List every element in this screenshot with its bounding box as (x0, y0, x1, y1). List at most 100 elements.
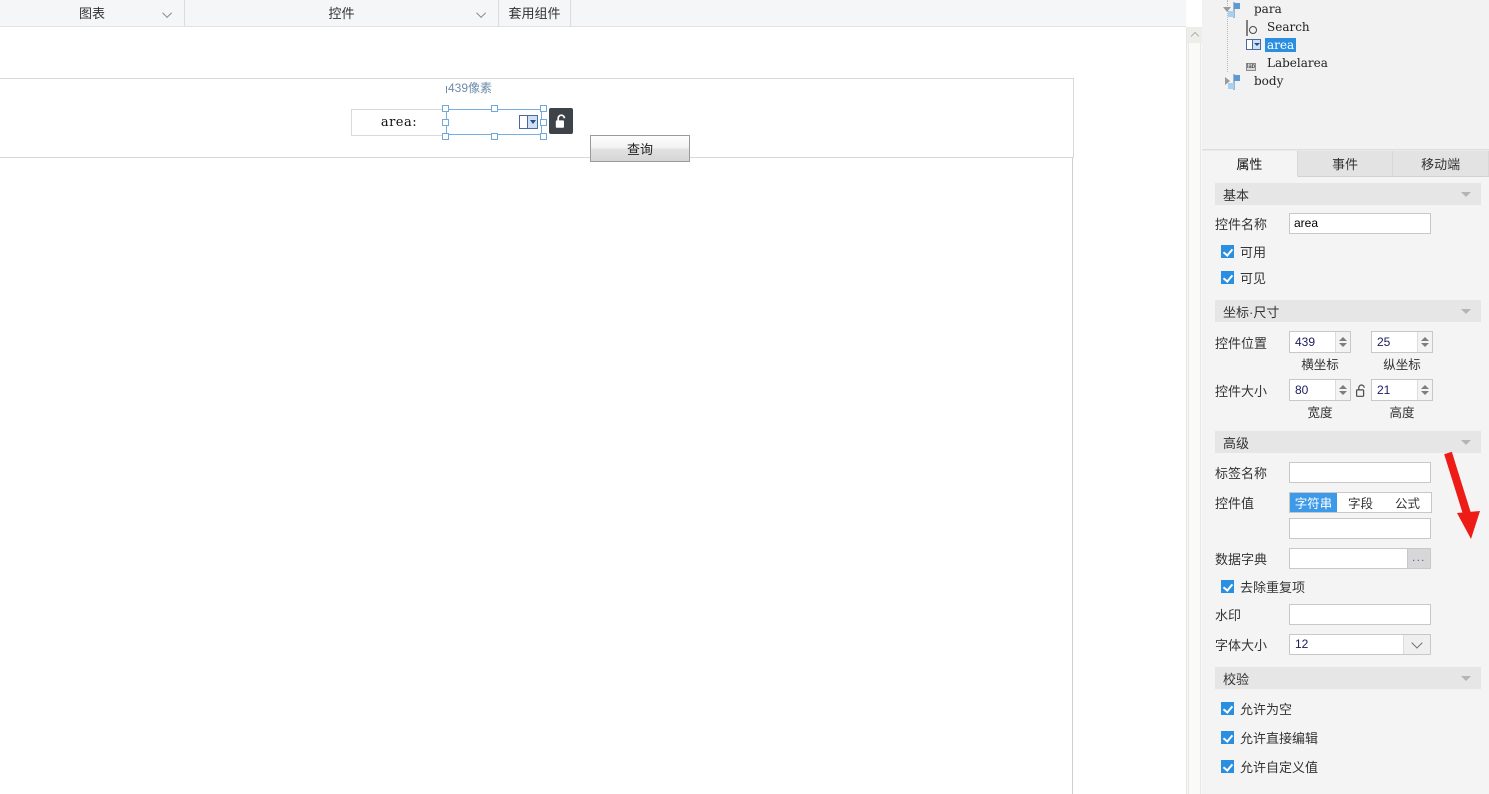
chevron-down-icon[interactable] (476, 8, 487, 19)
canvas-combo-widget-selected[interactable] (442, 105, 547, 140)
control-value-input[interactable] (1289, 517, 1431, 539)
checkbox-allow-empty[interactable]: 允许为空 (1202, 699, 1489, 717)
checkbox-allow-direct-edit-box[interactable] (1221, 730, 1234, 744)
canvas-combo-widget[interactable] (446, 109, 542, 135)
toolbar-group-control[interactable]: 控件 (185, 0, 499, 26)
checkbox-enabled[interactable]: 可用 (1202, 242, 1489, 260)
checkbox-dedupe[interactable]: 去除重复项 (1202, 577, 1489, 595)
resize-handle-bottom-left[interactable] (442, 133, 449, 140)
component-tree[interactable]: para Search area lab Labelarea body (1202, 0, 1489, 150)
chevron-down-icon[interactable] (162, 8, 173, 19)
resize-handle-middle-right[interactable] (540, 119, 547, 126)
tab-events[interactable]: 事件 (1297, 151, 1394, 176)
chevron-down-icon[interactable] (1461, 192, 1471, 197)
size-height-value: 21 (1377, 383, 1391, 397)
checkbox-allow-direct-edit[interactable]: 允许直接编辑 (1202, 728, 1489, 746)
checkbox-dedupe-label: 去除重复项 (1240, 579, 1306, 595)
tag-name-input[interactable] (1289, 461, 1431, 483)
tree-node-body[interactable]: body (1202, 72, 1489, 90)
tree-node-labelarea[interactable]: lab Labelarea (1202, 54, 1489, 72)
checkbox-allow-custom-value-box[interactable] (1221, 759, 1234, 773)
canvas-report-body[interactable] (0, 158, 1073, 794)
stepper-down-icon[interactable] (1339, 391, 1347, 395)
size-width-stepper[interactable] (1335, 380, 1350, 400)
toolbar-group-chart-label: 图表 (78, 5, 105, 21)
tab-events-label: 事件 (1332, 157, 1359, 172)
query-button[interactable]: 查询 (590, 135, 690, 162)
resize-handle-bottom-center[interactable] (491, 133, 498, 140)
properties-pane[interactable]: 基本 控件名称 area 可用 可见 坐标·尺寸 控件位置 439 25 横坐标… (1202, 177, 1489, 794)
section-advanced-header[interactable]: 高级 (1215, 431, 1481, 453)
folder-icon (1233, 73, 1247, 90)
dropdown-icon[interactable] (519, 115, 538, 129)
value-mode-field[interactable]: 字段 (1337, 492, 1384, 512)
checkbox-visible-box[interactable] (1221, 270, 1234, 284)
position-y-stepper[interactable] (1417, 332, 1432, 352)
checkbox-allow-direct-edit-label: 允许直接编辑 (1240, 730, 1319, 746)
tab-mobile[interactable]: 移动端 (1393, 151, 1489, 176)
watermark-input[interactable] (1289, 603, 1431, 625)
stepper-up-icon[interactable] (1421, 337, 1429, 341)
size-width-spinner[interactable]: 80 (1289, 379, 1351, 401)
data-dictionary-input[interactable] (1289, 547, 1408, 569)
checkbox-allow-custom-value[interactable]: 允许自定义值 (1202, 757, 1489, 775)
position-x-stepper[interactable] (1335, 332, 1350, 352)
chevron-down-icon[interactable] (1461, 309, 1471, 314)
position-x-spinner[interactable]: 439 (1289, 331, 1351, 353)
toolbar-group-component[interactable]: 套用组件 (499, 0, 571, 26)
stepper-up-icon[interactable] (1339, 385, 1347, 389)
size-hint-tooltip: 439像素 (446, 79, 492, 96)
chevron-down-icon[interactable] (1461, 676, 1471, 681)
size-width-value: 80 (1295, 383, 1309, 397)
section-basic-header[interactable]: 基本 (1215, 183, 1481, 205)
checkbox-visible[interactable]: 可见 (1202, 268, 1489, 286)
stepper-up-icon[interactable] (1339, 337, 1347, 341)
section-validation-header[interactable]: 校验 (1215, 667, 1481, 689)
checkbox-enabled-box[interactable] (1221, 244, 1234, 258)
toolbar-group-chart[interactable]: 图表 (0, 0, 185, 26)
position-x-sublabel: 横坐标 (1301, 357, 1339, 372)
value-mode-string[interactable]: 字符串 (1290, 492, 1337, 512)
chevron-down-icon[interactable] (1403, 634, 1430, 654)
font-size-select[interactable]: 12 (1289, 633, 1431, 655)
resize-handle-middle-left[interactable] (442, 119, 449, 126)
size-width-sublabel: 宽度 (1307, 405, 1333, 420)
section-basic-title: 基本 (1223, 187, 1250, 203)
value-mode-formula[interactable]: 公式 (1384, 492, 1431, 512)
stepper-up-icon[interactable] (1421, 385, 1429, 389)
control-name-input[interactable]: area (1289, 212, 1431, 234)
tab-properties[interactable]: 属性 (1202, 151, 1298, 177)
chevron-down-icon[interactable] (1461, 440, 1471, 445)
scroll-up-button[interactable] (1187, 27, 1202, 43)
row-watermark: 水印 (1202, 603, 1489, 625)
value-mode-segmented[interactable]: 字符串 字段 公式 (1289, 491, 1432, 513)
canvas-vertical-scrollbar[interactable] (1186, 27, 1202, 794)
control-name-label: 控件名称 (1215, 216, 1268, 232)
panel-tabs: 属性 事件 移动端 (1202, 151, 1489, 177)
checkbox-dedupe-box[interactable] (1221, 579, 1234, 593)
unlock-icon[interactable] (549, 108, 573, 134)
tree-node-para[interactable]: para (1202, 0, 1489, 18)
control-position-label: 控件位置 (1215, 335, 1268, 351)
scrollbar-track[interactable] (1188, 43, 1201, 794)
resize-handle-bottom-right[interactable] (540, 133, 547, 140)
font-size-label: 字体大小 (1215, 637, 1268, 653)
tree-node-search[interactable]: Search (1202, 18, 1489, 36)
design-canvas[interactable]: 439像素 area: 查询 (0, 27, 1186, 794)
data-dictionary-browse-button[interactable]: ... (1408, 547, 1431, 569)
resize-handle-top-center[interactable] (491, 105, 498, 112)
tree-node-area[interactable]: area (1202, 36, 1489, 54)
resize-handle-top-right[interactable] (540, 105, 547, 112)
resize-handle-top-left[interactable] (442, 105, 449, 112)
stepper-down-icon[interactable] (1421, 391, 1429, 395)
size-height-spinner[interactable]: 21 (1371, 379, 1433, 401)
stepper-down-icon[interactable] (1339, 343, 1347, 347)
stepper-down-icon[interactable] (1421, 343, 1429, 347)
section-geometry-header[interactable]: 坐标·尺寸 (1215, 300, 1481, 322)
position-y-spinner[interactable]: 25 (1371, 331, 1433, 353)
size-height-stepper[interactable] (1417, 380, 1432, 400)
aspect-unlock-icon[interactable] (1354, 382, 1368, 398)
checkbox-allow-empty-box[interactable] (1221, 701, 1234, 715)
canvas-label-area[interactable]: area: (351, 109, 447, 136)
row-position-sublabels: 横坐标 纵坐标 (1202, 355, 1489, 372)
